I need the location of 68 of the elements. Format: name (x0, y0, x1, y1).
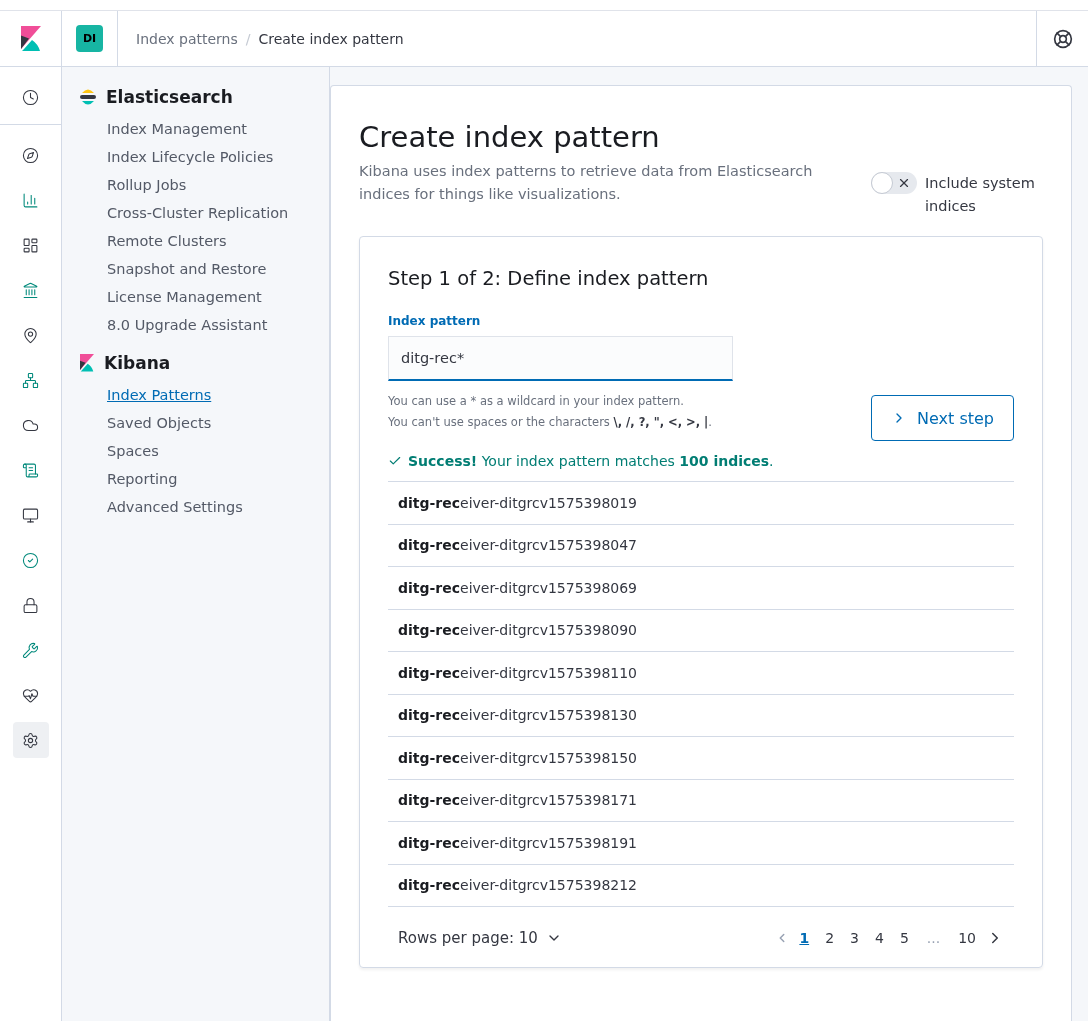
sidebar-item[interactable]: Saved Objects (107, 409, 329, 437)
space-badge[interactable]: DI (76, 25, 103, 52)
sidebar-item[interactable]: Cross-Cluster Replication (107, 199, 329, 227)
close-icon (897, 176, 911, 190)
check-icon (388, 454, 402, 468)
bar-chart-icon (22, 191, 39, 209)
sidebar-item[interactable]: Rollup Jobs (107, 171, 329, 199)
index-name: ditg-receiver-ditgrcv1575398019 (398, 494, 637, 511)
sidebar-item[interactable]: License Management (107, 283, 329, 311)
sidebar-item[interactable]: Snapshot and Restore (107, 255, 329, 283)
index-name: ditg-receiver-ditgrcv1575398150 (398, 749, 637, 766)
page-button[interactable]: 5 (893, 930, 915, 946)
index-name: ditg-receiver-ditgrcv1575398212 (398, 877, 637, 894)
sidebar-item[interactable]: Index Lifecycle Policies (107, 143, 329, 171)
rows-per-page-button[interactable]: Rows per page: 10 (398, 929, 562, 947)
breadcrumb[interactable]: Index patterns (136, 30, 238, 47)
sidebar-item[interactable]: Advanced Settings (107, 493, 329, 521)
sidebar-item[interactable]: Reporting (107, 465, 329, 493)
kibana-logo-icon (20, 26, 41, 51)
compass-icon (22, 146, 39, 164)
network-icon (22, 371, 39, 389)
page-description: Kibana uses index patterns to retrieve data from Elasticsearch indices for things like visualizations. (359, 162, 814, 204)
sidebar-section-title: Kibana (104, 353, 171, 373)
sidebar-section-title: Elasticsearch (106, 87, 233, 107)
page-button[interactable]: 10 (952, 930, 982, 946)
sidebar-item[interactable]: Index Patterns (107, 381, 329, 409)
next-step-button[interactable]: Next step (871, 395, 1014, 441)
field-label: Index pattern (388, 314, 482, 328)
map-pin-icon (22, 326, 39, 344)
page-button[interactable]: 3 (844, 930, 865, 946)
breadcrumb[interactable]: Create index pattern (258, 30, 404, 47)
sidebar-item[interactable]: Spaces (107, 437, 329, 465)
index-pattern-input[interactable]: ditg-rec* (388, 336, 733, 381)
page-button[interactable]: 4 (868, 930, 890, 946)
pagination-ellipsis: ... (925, 930, 942, 946)
sidebar-item[interactable]: Index Management (107, 115, 329, 143)
step-title: Step 1 of 2: Define index pattern (388, 267, 710, 290)
toggle-label: Include system indices (925, 174, 1036, 216)
sidebar-item[interactable]: Remote Clusters (107, 227, 329, 255)
help-icon[interactable] (1052, 28, 1073, 49)
index-name: ditg-receiver-ditgrcv1575398110 (398, 664, 637, 681)
kibana-logo-icon (80, 354, 94, 372)
page-title: Create index pattern (359, 120, 661, 154)
index-name: ditg-receiver-ditgrcv1575398130 (398, 707, 637, 724)
settings-icon (22, 731, 39, 749)
breadcrumb-separator: / (245, 30, 251, 47)
wrench-icon (22, 641, 39, 659)
help-text: You can use a * as a wildcard in your index pattern. (388, 394, 684, 408)
check-circle-icon (22, 551, 39, 569)
index-name: ditg-receiver-ditgrcv1575398090 (398, 622, 637, 639)
sidebar-item[interactable]: 8.0 Upgrade Assistant (107, 311, 329, 339)
index-name: ditg-receiver-ditgrcv1575398069 (398, 579, 637, 596)
dashboard-icon (22, 236, 39, 254)
monitor-icon (22, 506, 39, 524)
scroll-icon (22, 461, 39, 479)
success-message: Success! Your index pattern matches 100 indices. (408, 453, 774, 469)
elasticsearch-logo-icon (80, 88, 96, 106)
help-text: You can't use spaces or the characters \, /, ?, ", <, >, |. (388, 415, 712, 429)
clock-icon (22, 88, 39, 106)
page-button[interactable]: 2 (819, 930, 841, 946)
heart-pulse-icon (22, 686, 39, 704)
index-name: ditg-receiver-ditgrcv1575398191 (398, 834, 637, 851)
lock-icon (22, 596, 39, 614)
building-icon (22, 281, 39, 299)
nav-rail-button[interactable] (12, 722, 49, 758)
index-name: ditg-receiver-ditgrcv1575398047 (398, 537, 637, 554)
index-name: ditg-receiver-ditgrcv1575398171 (398, 792, 637, 809)
toggle-switch[interactable] (871, 172, 917, 194)
